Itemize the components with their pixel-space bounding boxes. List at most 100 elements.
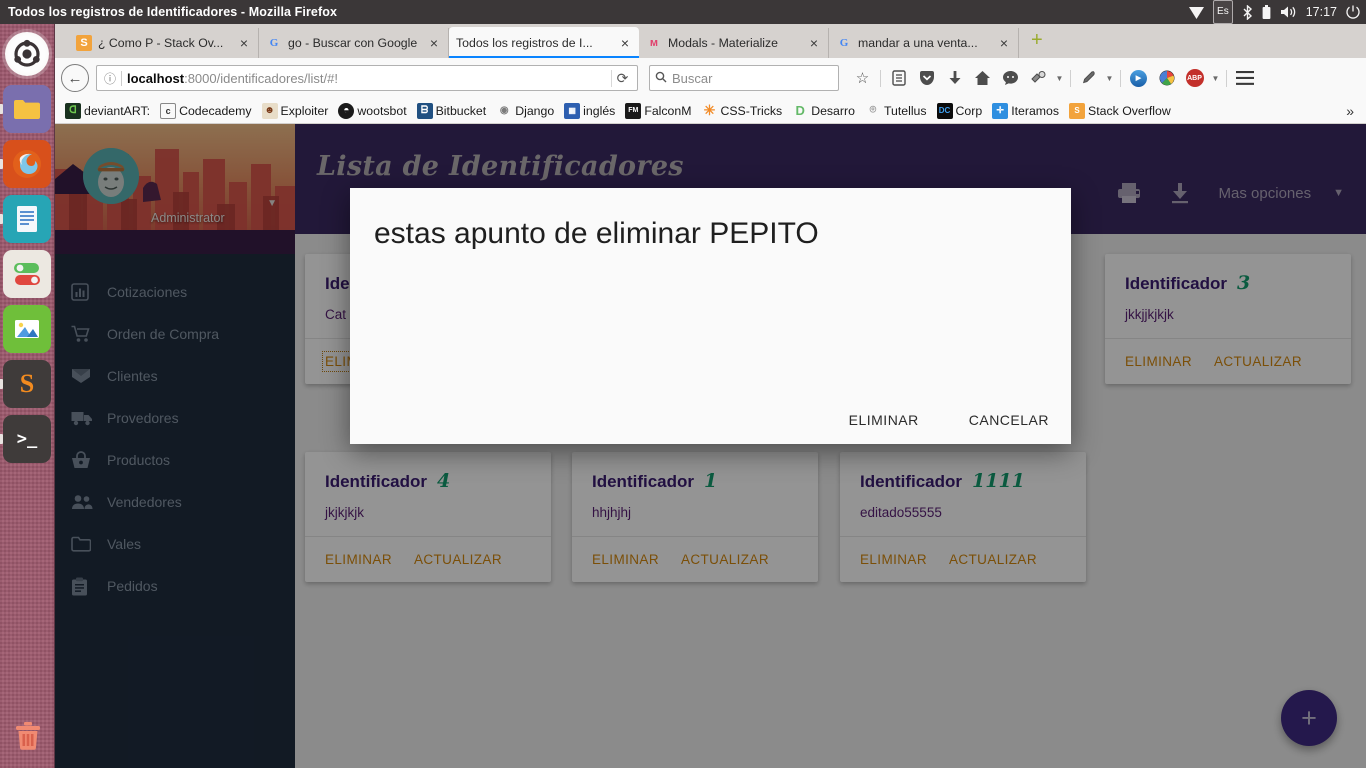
bookmark-item[interactable]: S Stack Overflow bbox=[1065, 101, 1175, 121]
bookmark-item[interactable]: ◓ wootsbot bbox=[334, 101, 410, 121]
chat-icon[interactable] bbox=[997, 64, 1024, 92]
exploiter-icon: ☻ bbox=[261, 102, 278, 119]
divider bbox=[880, 69, 881, 87]
battery-icon[interactable] bbox=[1262, 0, 1271, 24]
chevron-down-icon[interactable]: ▼ bbox=[1103, 74, 1116, 83]
csstricks-icon: ✳ bbox=[703, 102, 716, 118]
tab-close-icon[interactable]: × bbox=[807, 36, 821, 50]
eyedropper-icon[interactable] bbox=[1075, 64, 1102, 92]
bookmark-item[interactable]: c Codecademy bbox=[156, 101, 255, 121]
web-page: Administrator ▼ Cotizaciones Orden de Co… bbox=[55, 124, 1366, 768]
bluetooth-icon[interactable] bbox=[1242, 0, 1253, 24]
modal-confirm-button[interactable]: ELIMINAR bbox=[849, 412, 919, 428]
divider bbox=[1226, 69, 1227, 87]
launcher-item-sublime-text[interactable]: S bbox=[0, 360, 51, 408]
video-icon[interactable]: ▶ bbox=[1125, 64, 1152, 92]
launcher-item-firefox[interactable] bbox=[0, 140, 51, 188]
launcher-pip bbox=[0, 104, 3, 114]
bookmark-label: inglés bbox=[583, 103, 616, 118]
bookmark-item[interactable]: ᗷ Bitbucket bbox=[413, 101, 491, 121]
tab-strip: S ¿ Como P - Stack Ov... × G go - Buscar… bbox=[55, 24, 1366, 58]
tab-label: mandar a una venta... bbox=[858, 36, 978, 50]
bookmark-item[interactable]: ꓷ deviantART: bbox=[61, 101, 154, 121]
tab-close-icon[interactable]: × bbox=[618, 36, 632, 50]
launcher-item-files[interactable] bbox=[0, 85, 51, 133]
library-icon[interactable] bbox=[885, 64, 912, 92]
window-title: Todos los registros de Identificadores -… bbox=[8, 5, 338, 19]
bookmarks-overflow-button[interactable]: » bbox=[1346, 103, 1360, 119]
google-icon: G bbox=[839, 37, 849, 49]
volume-icon[interactable] bbox=[1280, 0, 1297, 24]
site-info-icon[interactable]: ⓘ bbox=[101, 70, 119, 87]
search-icon bbox=[655, 71, 667, 86]
falcon-icon: FM bbox=[625, 102, 642, 119]
d-icon: D bbox=[795, 103, 805, 118]
browser-tab[interactable]: м Modals - Materialize × bbox=[639, 28, 829, 58]
wifi-icon[interactable] bbox=[1189, 0, 1205, 24]
bookmark-item[interactable]: ⌾ Tutellus bbox=[861, 101, 931, 121]
bookmark-item[interactable]: DC Corp bbox=[933, 101, 987, 121]
firefox-icon bbox=[13, 150, 41, 178]
browser-tab[interactable]: G go - Buscar con Google × bbox=[259, 28, 449, 58]
launcher-item-ubuntu-dash[interactable] bbox=[3, 30, 51, 78]
clock[interactable]: 17:17 bbox=[1306, 0, 1337, 24]
launcher-item-settings[interactable] bbox=[3, 250, 51, 298]
search-bar[interactable]: Buscar bbox=[649, 65, 839, 91]
bookmark-item[interactable]: D Desarro bbox=[788, 101, 859, 121]
firefox-window: S ¿ Como P - Stack Ov... × G go - Buscar… bbox=[55, 24, 1366, 768]
chevron-down-icon[interactable]: ▼ bbox=[1209, 74, 1222, 83]
browser-tab[interactable]: G mandar a una venta... × bbox=[829, 28, 1019, 58]
browser-tab-active[interactable]: Todos los registros de I... × bbox=[449, 27, 639, 58]
divider bbox=[121, 70, 122, 86]
power-icon[interactable] bbox=[1346, 0, 1360, 24]
keyboard-layout-indicator[interactable]: Es bbox=[1213, 0, 1233, 24]
bookmark-label: CSS-Tricks bbox=[720, 103, 783, 118]
launcher-item-image-viewer[interactable] bbox=[3, 305, 51, 353]
reload-icon[interactable]: ⟳ bbox=[611, 69, 633, 87]
colorpicker-icon[interactable] bbox=[1153, 64, 1180, 92]
new-tab-button[interactable]: + bbox=[1019, 30, 1053, 52]
downloads-icon[interactable] bbox=[941, 64, 968, 92]
ubuntu-launcher: S >_ bbox=[0, 24, 55, 768]
bookmark-item[interactable]: FM FalconM bbox=[621, 101, 695, 121]
bookmark-label: wootsbot bbox=[357, 103, 407, 118]
tutellus-icon: ⌾ bbox=[869, 104, 877, 116]
bitbucket-icon: ᗷ bbox=[416, 102, 433, 119]
url-bar[interactable]: ⓘ localhost:8000/identificadores/list/#!… bbox=[96, 65, 638, 91]
home-icon[interactable] bbox=[969, 64, 996, 92]
chevron-down-icon[interactable]: ▼ bbox=[1053, 74, 1066, 83]
tab-close-icon[interactable]: × bbox=[237, 36, 251, 50]
url-host: localhost bbox=[127, 70, 185, 86]
adblock-icon[interactable]: ABP bbox=[1181, 64, 1208, 92]
bookmark-item[interactable]: ▦ inglés bbox=[560, 101, 619, 121]
bookmark-item[interactable]: ✳ CSS-Tricks bbox=[697, 101, 786, 121]
bookmark-item[interactable]: ◉ Django bbox=[492, 101, 558, 121]
bookmark-label: Corp bbox=[955, 103, 983, 118]
launcher-item-writer[interactable] bbox=[0, 195, 51, 243]
bookmark-item[interactable]: ☻ Exploiter bbox=[258, 101, 333, 121]
bookmark-label: Stack Overflow bbox=[1088, 103, 1171, 118]
tab-label: Modals - Materialize bbox=[668, 36, 779, 50]
tab-close-icon[interactable]: × bbox=[997, 36, 1011, 50]
tab-close-icon[interactable]: × bbox=[427, 36, 441, 50]
bookmark-item[interactable]: ✛ Iteramos bbox=[988, 101, 1063, 121]
extension-icon[interactable] bbox=[1025, 64, 1052, 92]
launcher-item-trash[interactable] bbox=[4, 712, 52, 760]
codecademy-icon: c bbox=[160, 102, 177, 119]
back-button[interactable]: ← bbox=[61, 64, 89, 92]
browser-tab[interactable]: S ¿ Como P - Stack Ov... × bbox=[69, 28, 259, 58]
panel-indicators: Es 17:17 bbox=[1189, 0, 1366, 24]
materialize-icon: м bbox=[649, 37, 659, 49]
github-icon: ◓ bbox=[338, 102, 355, 119]
trash-icon bbox=[16, 722, 40, 750]
star-icon[interactable]: ☆ bbox=[849, 64, 876, 92]
launcher-item-terminal[interactable]: >_ bbox=[0, 415, 51, 463]
modal-cancel-button[interactable]: CANCELAR bbox=[969, 412, 1049, 428]
dc-icon: DC bbox=[936, 102, 953, 119]
tab-label: ¿ Como P - Stack Ov... bbox=[98, 36, 224, 50]
url-path: :8000/identificadores/list/#! bbox=[184, 70, 339, 86]
ubuntu-top-panel: Todos los registros de Identificadores -… bbox=[0, 0, 1366, 24]
django-icon: ◉ bbox=[499, 105, 509, 116]
pocket-icon[interactable] bbox=[913, 64, 940, 92]
menu-icon[interactable] bbox=[1231, 64, 1258, 92]
